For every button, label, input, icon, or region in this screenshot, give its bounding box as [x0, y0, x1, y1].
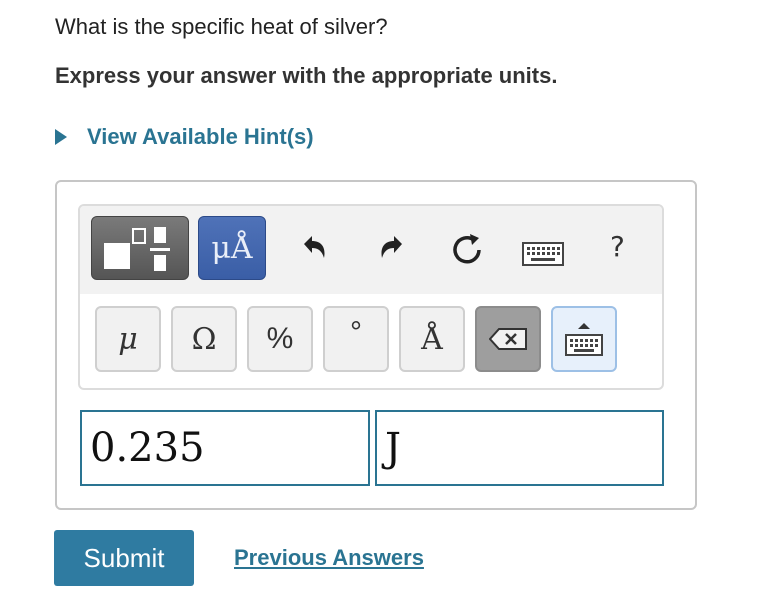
undo-icon[interactable] [296, 232, 332, 264]
units-input[interactable]: J [375, 410, 664, 486]
templates-button[interactable] [91, 216, 189, 280]
question-text: What is the specific heat of silver? [55, 14, 388, 39]
previous-answers-link[interactable]: Previous Answers [234, 545, 424, 571]
key-mu[interactable]: μ [95, 306, 161, 372]
submit-button[interactable]: Submit [54, 530, 194, 586]
redo-icon[interactable] [374, 232, 410, 264]
hint-label: View Available Hint(s) [87, 124, 314, 149]
instruction-text: Express your answer with the appropriate… [55, 63, 558, 88]
templates-icon [104, 227, 170, 271]
value-input[interactable]: 0.235 [80, 410, 370, 486]
view-hints-link[interactable]: View Available Hint(s) [55, 124, 314, 150]
key-percent[interactable]: % [247, 306, 313, 372]
help-button[interactable]: ? [610, 230, 625, 263]
keyboard-icon[interactable] [522, 242, 564, 266]
toggle-keyboard-key[interactable] [551, 306, 617, 372]
key-degree[interactable]: ° [323, 306, 389, 372]
key-omega[interactable]: Ω [171, 306, 237, 372]
key-angstrom[interactable]: Å [399, 306, 465, 372]
reset-icon[interactable] [448, 230, 486, 268]
backspace-key[interactable] [475, 306, 541, 372]
keyboard-toggle-icon [565, 323, 603, 356]
units-button[interactable]: μÅ [198, 216, 266, 280]
triangle-right-icon [55, 129, 67, 145]
backspace-icon [489, 328, 527, 350]
